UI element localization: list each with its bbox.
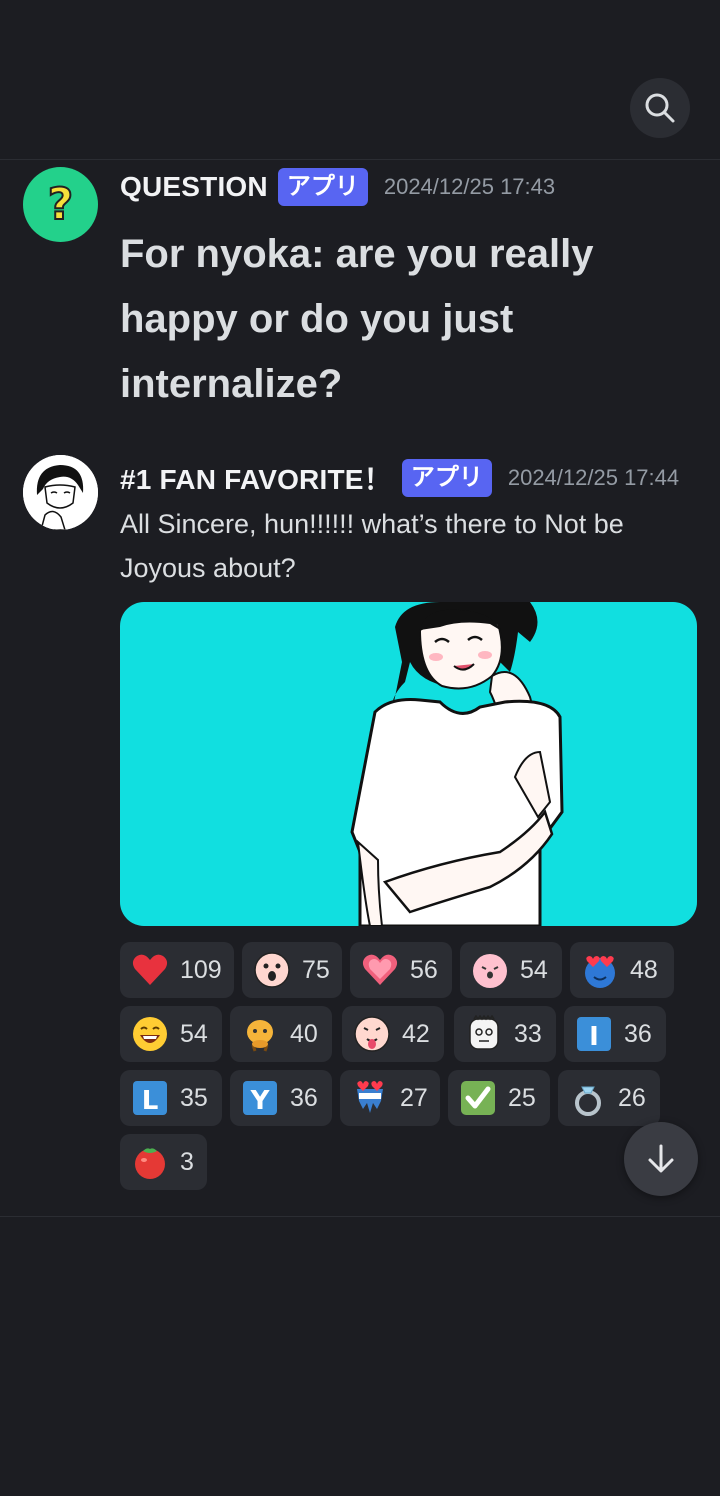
heart-eyes-melting-icon: [350, 1078, 390, 1118]
app-badge: アプリ: [401, 459, 492, 497]
timestamp: 2024/12/25 17:43: [383, 174, 556, 199]
message-text: For nyoka: are you really happy or do yo…: [120, 232, 594, 406]
check-mark-icon: [458, 1078, 498, 1118]
reaction-count: 36: [624, 1019, 652, 1048]
divider: [0, 1216, 720, 1217]
pink-blob-face-icon: [470, 950, 510, 990]
avatar[interactable]: [23, 455, 98, 530]
reaction-chip[interactable]: L 35: [120, 1070, 222, 1126]
sketch-face-icon: [464, 1014, 504, 1054]
reaction-chip[interactable]: 42: [342, 1006, 444, 1062]
small-creature-icon: [240, 1014, 280, 1054]
reaction-count: 27: [400, 1083, 428, 1112]
search-button[interactable]: [630, 78, 690, 138]
author-name[interactable]: #1 FAN FAVORITE！: [120, 458, 392, 498]
letter-l-icon: L: [130, 1078, 170, 1118]
sparkling-heart-icon: [360, 950, 400, 990]
reaction-count: 25: [508, 1083, 536, 1112]
author-name[interactable]: QUESTION: [120, 171, 268, 203]
avatar[interactable]: ?: [23, 167, 98, 242]
reaction-count: 56: [410, 955, 438, 984]
reaction-chip[interactable]: 3: [120, 1134, 207, 1190]
scroll-to-bottom-button[interactable]: [624, 1122, 698, 1196]
top-bar: [0, 0, 720, 160]
reaction-count: 35: [180, 1083, 208, 1112]
reaction-chip[interactable]: 109: [120, 942, 234, 998]
search-icon: [645, 93, 675, 123]
reaction-chip[interactable]: 56: [350, 942, 452, 998]
reaction-chip[interactable]: 75: [242, 942, 342, 998]
svg-text:Y: Y: [250, 1086, 271, 1116]
tomato-icon: [130, 1142, 170, 1182]
reaction-chip[interactable]: 26: [558, 1070, 660, 1126]
svg-text:I: I: [589, 1022, 599, 1052]
reaction-count: 33: [514, 1019, 542, 1048]
app-badge: アプリ: [277, 168, 368, 206]
reaction-count: 54: [520, 955, 548, 984]
attached-image[interactable]: [120, 602, 697, 926]
reaction-count: 54: [180, 1019, 208, 1048]
ring-icon: [568, 1078, 608, 1118]
drawn-girl-illustration: [350, 602, 564, 926]
question-mark-icon: ?: [47, 178, 75, 231]
reaction-chip[interactable]: Y 36: [230, 1070, 332, 1126]
reaction-chip[interactable]: 48: [570, 942, 674, 998]
reaction-count: 3: [180, 1147, 194, 1176]
message-header: #1 FAN FAVORITE！ アプリ 2024/12/25 17:44: [120, 458, 679, 498]
letter-i-icon: I: [574, 1014, 614, 1054]
tongue-face-icon: [352, 1014, 392, 1054]
reaction-count: 42: [402, 1019, 430, 1048]
heart-eyes-blue-icon: [580, 950, 620, 990]
reaction-chip[interactable]: 25: [448, 1070, 550, 1126]
reaction-count: 109: [180, 955, 222, 984]
shocked-face-icon: [252, 950, 292, 990]
svg-text:L: L: [142, 1086, 159, 1116]
reaction-count: 75: [302, 955, 330, 984]
reaction-chip[interactable]: 27: [340, 1070, 440, 1126]
laughing-face-icon: [130, 1014, 170, 1054]
message-text: All Sincere, hun!!!!!! what’s there to N…: [120, 509, 624, 583]
red-heart-icon: [130, 950, 170, 990]
reaction-chip[interactable]: 33: [454, 1006, 556, 1062]
reaction-chip[interactable]: 54: [460, 942, 562, 998]
timestamp: 2024/12/25 17:44: [507, 465, 680, 490]
drawn-girl-avatar: [23, 455, 98, 530]
svg-text:?: ?: [48, 179, 74, 230]
reaction-chip[interactable]: 40: [230, 1006, 332, 1062]
reaction-count: 26: [618, 1083, 646, 1112]
reaction-chip[interactable]: 54: [120, 1006, 222, 1062]
letter-y-icon: Y: [240, 1078, 280, 1118]
message-header: QUESTION アプリ 2024/12/25 17:43: [120, 168, 555, 206]
reaction-count: 40: [290, 1019, 318, 1048]
reaction-chip[interactable]: I 36: [564, 1006, 666, 1062]
arrow-down-icon: [648, 1144, 674, 1173]
reaction-count: 36: [290, 1083, 318, 1112]
reaction-count: 48: [630, 955, 658, 984]
